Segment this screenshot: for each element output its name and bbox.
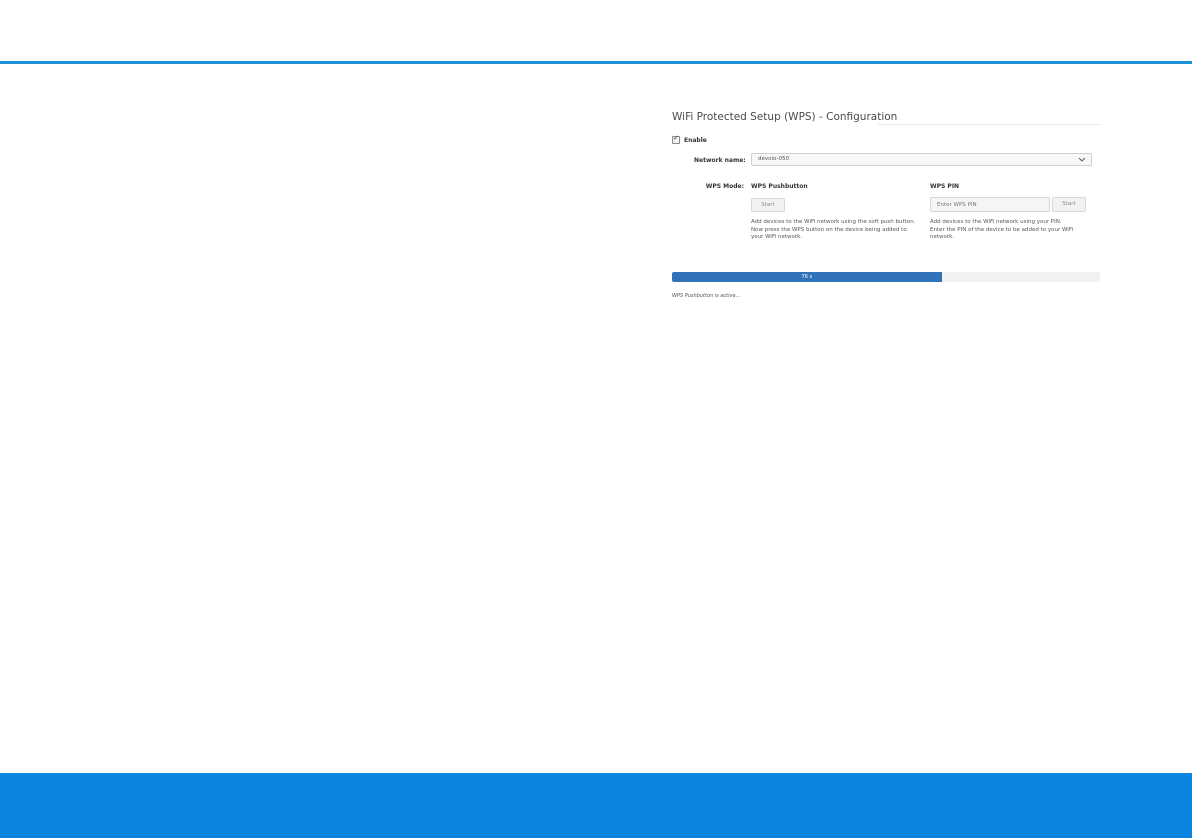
checkmark-icon: ✓ <box>673 134 679 142</box>
progress-countdown: 76 s <box>801 274 813 280</box>
network-name-select[interactable]: devolo-050 <box>751 153 1092 166</box>
pushbutton-start-button[interactable]: Start <box>751 198 785 212</box>
enable-checkbox[interactable]: ✓ <box>672 134 680 144</box>
pin-help-line-2: Enter the PIN of the device to be added … <box>930 226 1074 241</box>
wps-progress-bar: 76 s <box>672 272 1100 282</box>
progress-fill: 76 s <box>672 272 942 282</box>
enable-label: Enable <box>684 136 707 144</box>
wps-pin-input[interactable] <box>930 197 1050 212</box>
pin-help-line-1: Add devices to the WiFi network using yo… <box>930 219 1062 225</box>
network-name-label: Network name: <box>694 157 746 164</box>
footer-band <box>0 773 1192 838</box>
wps-status-text: WPS Pushbutton is active... <box>672 293 741 299</box>
title-divider <box>878 124 1100 125</box>
pin-help-text: Add devices to the WiFi network using yo… <box>930 219 1090 242</box>
wps-pin-title: WPS PIN <box>930 183 960 190</box>
page: WiFi Protected Setup (WPS) - Configurati… <box>0 0 1192 838</box>
pushbutton-help-text: Add devices to the WiFi network using th… <box>751 219 917 242</box>
pushbutton-help-line-2: Now press the WPS button on the device b… <box>751 226 907 241</box>
wps-pushbutton-title: WPS Pushbutton <box>751 183 808 190</box>
pushbutton-help-line-1: Add devices to the WiFi network using th… <box>751 219 916 225</box>
header-rule <box>0 61 1192 64</box>
page-title: WiFi Protected Setup (WPS) - Configurati… <box>672 111 898 123</box>
enable-row: ✓ Enable <box>672 134 707 145</box>
chevron-down-icon <box>1078 157 1086 162</box>
pin-start-button[interactable]: Start <box>1052 197 1086 212</box>
network-name-value: devolo-050 <box>758 156 789 162</box>
wps-mode-label: WPS Mode: <box>705 183 744 190</box>
wps-configuration-panel: WiFi Protected Setup (WPS) - Configurati… <box>672 108 1100 308</box>
